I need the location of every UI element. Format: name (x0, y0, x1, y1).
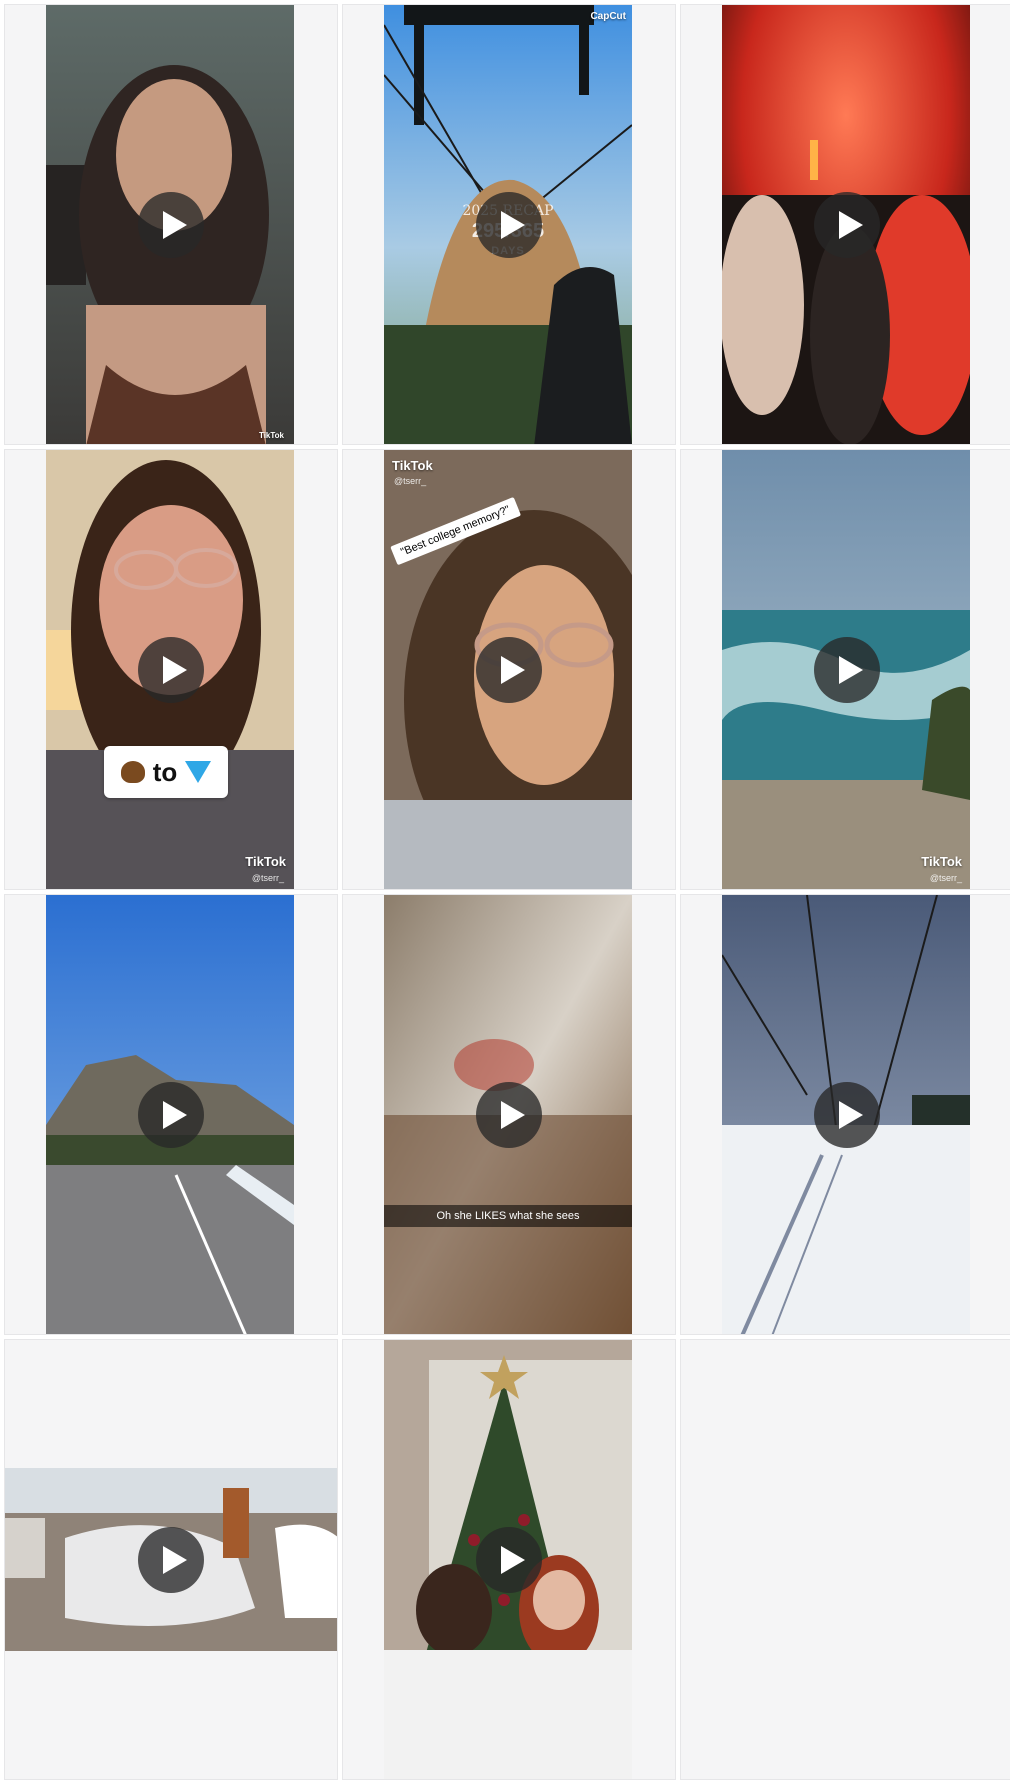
play-icon[interactable] (476, 1526, 542, 1593)
play-icon[interactable] (138, 191, 204, 258)
video-grid: TikTok CapCut to TikTok @tserr_ TikTok @… (0, 0, 1010, 1785)
video-caption: Oh she LIKES what she sees (384, 1205, 632, 1227)
video-tile-5[interactable]: TikTok @tserr_ "Best college memory?" (342, 449, 676, 890)
gem-icon (185, 761, 212, 783)
tiktok-logo-icon: TikTok (392, 458, 433, 473)
capcut-logo-icon: CapCut (590, 11, 626, 22)
video-tile-1[interactable]: TikTok (4, 4, 338, 445)
tiktok-logo-icon: TikTok (258, 431, 284, 440)
video-tile-3[interactable] (680, 4, 1010, 445)
tiktok-logo-icon: TikTok (921, 854, 962, 869)
video-tile-7[interactable] (4, 894, 338, 1335)
video-tile-2[interactable]: CapCut 2025 RECAP 295/365 DAYS (342, 4, 676, 445)
play-icon[interactable] (138, 1526, 204, 1593)
video-tile-10[interactable] (4, 1339, 338, 1780)
play-icon[interactable] (814, 1081, 880, 1148)
play-icon[interactable] (814, 191, 880, 258)
user-handle: @tserr_ (251, 873, 284, 883)
play-icon[interactable] (476, 191, 542, 258)
video-tile-9[interactable] (680, 894, 1010, 1335)
user-handle: @tserr_ (929, 873, 962, 883)
video-tile-4[interactable]: to TikTok @tserr_ (4, 449, 338, 890)
play-icon[interactable] (138, 1081, 204, 1148)
tiktok-logo-icon: TikTok (245, 854, 286, 869)
video-tile-8[interactable]: Oh she LIKES what she sees (342, 894, 676, 1335)
user-handle: @tserr_ (394, 476, 427, 486)
video-tile-11[interactable] (342, 1339, 676, 1780)
sticker-text: to (152, 756, 178, 787)
poop-icon (120, 761, 145, 783)
play-icon[interactable] (138, 636, 204, 703)
video-tile-6[interactable]: TikTok @tserr_ (680, 449, 1010, 890)
sticker-card: to (104, 746, 228, 798)
play-icon[interactable] (476, 636, 542, 703)
play-icon[interactable] (476, 1081, 542, 1148)
play-icon[interactable] (814, 636, 880, 703)
empty-tile (680, 1339, 1010, 1780)
